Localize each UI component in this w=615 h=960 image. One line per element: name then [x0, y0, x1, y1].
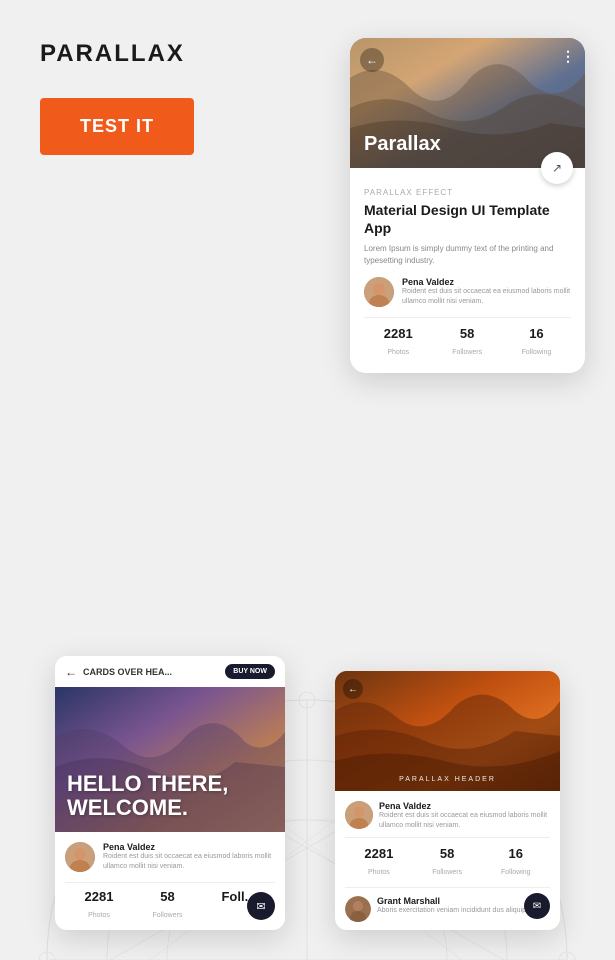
avatar-3a — [345, 801, 373, 829]
card3-content: Pena Valdez Roident est duis sit occaeca… — [335, 791, 560, 930]
card3-hero: ← PARALLAX HEADER — [335, 671, 560, 791]
top-section: PARALLAX TEST IT — [40, 40, 194, 155]
stat-followers: 58 Followers — [452, 326, 482, 359]
card3-stats: 2281 Photos 58 Followers 16 Following — [345, 837, 550, 879]
share-icon: ↗ — [552, 161, 562, 175]
photos-count: 2281 — [384, 326, 413, 341]
card3-profile1-bio: Roident est duis sit occaecat ea eiusmod… — [379, 811, 550, 831]
parallax-header-label: PARALLAX HEADER — [399, 776, 496, 791]
stat3-following-label: Following — [501, 869, 531, 876]
buy-now-button[interactable]: BUY NOW — [225, 664, 275, 679]
back-button-1[interactable]: ← — [360, 48, 384, 72]
stat3-followers-count: 58 — [432, 846, 462, 861]
card3-profile1-info: Pena Valdez Roident est duis sit occaeca… — [379, 801, 550, 831]
card2-profile-name: Pena Valdez — [103, 842, 275, 852]
card1-title: Material Design UI Template App — [364, 201, 571, 237]
stat3-followers-label: Followers — [432, 869, 462, 876]
card1-content: PARALLAX EFFECT Material Design UI Templ… — [350, 168, 585, 373]
phone-card-cards: ← CARDS OVER HEA... BUY NOW HE — [55, 656, 285, 930]
stat3-followers: 58 Followers — [432, 846, 462, 879]
card2-profile-bio: Roident est duis sit occaecat ea eiusmod… — [103, 852, 275, 872]
card3-profile1-row: Pena Valdez Roident est duis sit occaeca… — [345, 801, 550, 831]
card2-hero-text: HELLO THERE, WELCOME. — [67, 772, 273, 820]
stat2-photos-count: 2281 — [85, 889, 114, 904]
phone-card-parallax-header: ← PARALLAX HEADER Pena Valdez Roident es… — [335, 671, 560, 930]
phone-card-parallax: ← ⋮ Parallax ↗ PARALLAX EFFECT Material … — [350, 38, 585, 373]
stat3-following-count: 16 — [501, 846, 531, 861]
card3-profile2-info: Grant Marshall Aboris exercitation venia… — [377, 896, 528, 916]
followers-count: 58 — [452, 326, 482, 341]
hero-image-1: ← ⋮ Parallax ↗ — [350, 38, 585, 168]
back-icon-3: ← — [348, 684, 358, 695]
card3-profile2-row: Grant Marshall Aboris exercitation venia… — [345, 896, 550, 922]
card2-profile-info: Pena Valdez Roident est duis sit occaeca… — [103, 842, 275, 872]
stat2-photos-label: Photos — [88, 912, 110, 919]
hero-parallax-text: Parallax — [364, 133, 441, 156]
stat2-followers-count: 58 — [152, 889, 182, 904]
card1-profile-name: Pena Valdez — [402, 277, 571, 287]
back-icon-2[interactable]: ← — [65, 665, 77, 679]
followers-label: Followers — [452, 349, 482, 356]
card2-topbar-left: ← CARDS OVER HEA... — [65, 665, 172, 679]
card1-profile-row: Pena Valdez Roident est duis sit occaeca… — [364, 277, 571, 307]
photos-label: Photos — [387, 349, 409, 356]
stat3-photos-label: Photos — [368, 869, 390, 876]
card1-desc: Lorem Ipsum is simply dummy text of the … — [364, 243, 571, 267]
stat-photos: 2281 Photos — [384, 326, 413, 359]
more-icon: ⋮ — [561, 48, 575, 64]
stat3-photos-count: 2281 — [364, 846, 393, 861]
bottom-section: ← CARDS OVER HEA... BUY NOW HE — [0, 656, 615, 930]
following-count: 16 — [522, 326, 552, 341]
stat2-followers: 58 Followers — [152, 889, 182, 922]
following-label: Following — [522, 349, 552, 356]
stat3-photos: 2281 Photos — [364, 846, 393, 879]
stat2-photos: 2281 Photos — [85, 889, 114, 922]
avatar-2 — [65, 842, 95, 872]
card3-profile2-name: Grant Marshall — [377, 896, 528, 906]
card3-profile2-section: Grant Marshall Aboris exercitation venia… — [345, 887, 550, 922]
email-icon-2: ✉ — [256, 900, 265, 913]
app-title: PARALLAX — [40, 40, 194, 68]
card3-profile2-bio: Aboris exercitation veniam incididunt du… — [377, 906, 528, 916]
share-button[interactable]: ↗ — [541, 152, 573, 184]
card2-profile-row: Pena Valdez Roident est duis sit occaeca… — [65, 842, 275, 872]
card1-profile-bio: Roident est duis sit occaecat ea eiusmod… — [402, 287, 571, 307]
test-it-button[interactable]: TEST IT — [40, 98, 194, 155]
stat3-following: 16 Following — [501, 846, 531, 879]
more-button-1[interactable]: ⋮ — [561, 48, 575, 65]
email-icon-3: ✉ — [533, 901, 541, 912]
parallax-effect-label: PARALLAX EFFECT — [364, 188, 571, 197]
card2-hero: HELLO THERE, WELCOME. — [55, 687, 285, 832]
stat2-followers-label: Followers — [152, 912, 182, 919]
card2-stats: 2281 Photos 58 Followers Foll... — [65, 882, 275, 922]
card2-page-name: CARDS OVER HEA... — [83, 667, 172, 677]
avatar-3b — [345, 896, 371, 922]
card1-profile-info: Pena Valdez Roident est duis sit occaeca… — [402, 277, 571, 307]
fab-email-button-3[interactable]: ✉ — [524, 893, 550, 919]
stat-following: 16 Following — [522, 326, 552, 359]
avatar-1 — [364, 277, 394, 307]
fab-email-button-2[interactable]: ✉ — [247, 892, 275, 920]
back-icon: ← — [366, 53, 378, 67]
card2-topbar: ← CARDS OVER HEA... BUY NOW — [55, 656, 285, 687]
card3-profile1-name: Pena Valdez — [379, 801, 550, 811]
card1-stats: 2281 Photos 58 Followers 16 Following — [364, 317, 571, 359]
